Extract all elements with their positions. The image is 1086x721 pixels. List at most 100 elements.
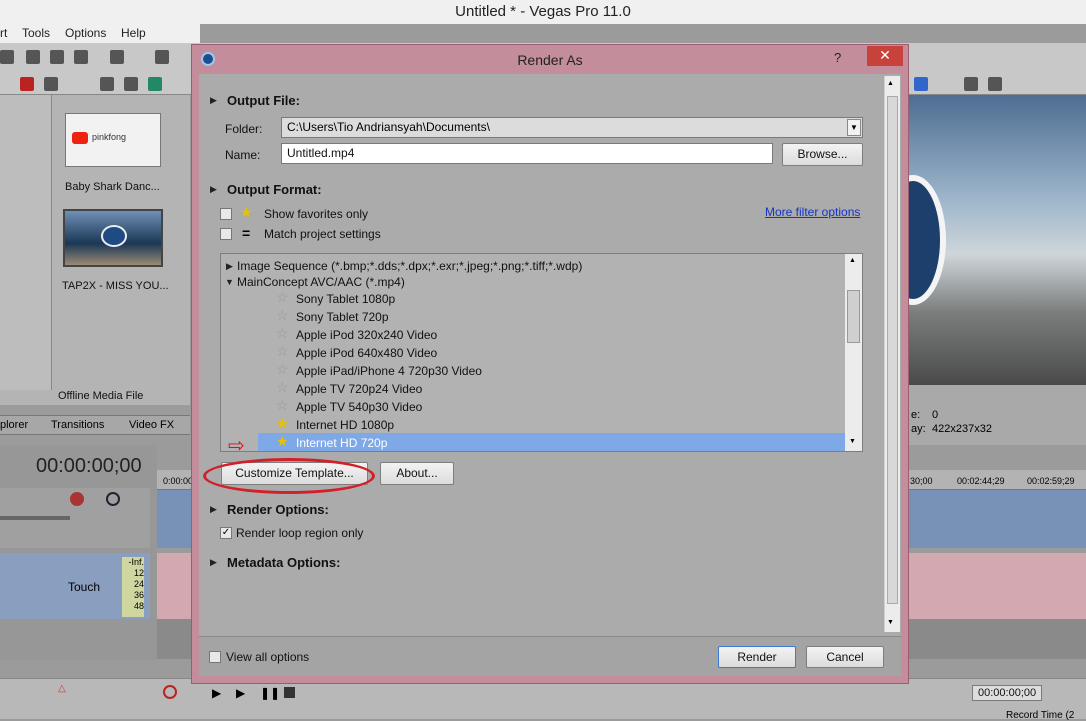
help-button[interactable]: ? — [834, 50, 841, 65]
star-outline-icon[interactable]: ☆ — [276, 343, 289, 360]
media-status-label: Offline Media File — [58, 390, 144, 402]
view-all-options-label: View all options — [226, 650, 310, 664]
play-icon[interactable]: ▶ — [236, 686, 245, 700]
level-mark: 48 — [133, 601, 144, 611]
metadata-options-header[interactable]: Metadata Options: — [227, 555, 340, 570]
level-slider[interactable] — [0, 516, 70, 520]
star-outline-icon[interactable]: ☆ — [276, 379, 289, 396]
cut-icon[interactable] — [26, 50, 40, 64]
menu-item-help[interactable]: Help — [121, 26, 146, 40]
list-scrollbar[interactable]: ▲ ▼ — [845, 254, 862, 451]
menu-item-tools[interactable]: Tools — [22, 26, 50, 40]
output-format-header[interactable]: Output Format: — [227, 182, 322, 197]
import-icon[interactable] — [44, 77, 58, 91]
star-outline-icon[interactable]: ☆ — [276, 397, 289, 414]
close-button[interactable]: ✕ — [867, 46, 903, 66]
output-file-expand-icon[interactable]: ▶ — [210, 95, 217, 106]
stop-icon[interactable] — [124, 77, 138, 91]
auto-preview-icon[interactable] — [148, 77, 162, 91]
media-thumbnail-1[interactable]: pinkfong — [65, 113, 161, 167]
list-item[interactable]: Apple TV 540p30 Video — [296, 398, 422, 416]
app-title: Untitled * - Vegas Pro 11.0 — [0, 0, 1086, 24]
overlays-icon[interactable] — [914, 77, 928, 91]
level-mark: -Inf. — [128, 557, 144, 567]
play-from-start-icon[interactable]: ▶ — [212, 686, 221, 700]
name-input[interactable]: Untitled.mp4 — [281, 143, 773, 164]
record-icon[interactable] — [163, 685, 177, 699]
expand-icon[interactable]: ▶ — [226, 261, 233, 272]
list-item[interactable]: Apple TV 720p24 Video — [296, 380, 422, 398]
select-tool-icon[interactable] — [0, 50, 14, 64]
menu-item-view[interactable]: rt — [0, 26, 7, 40]
more-filter-options-link[interactable]: More filter options — [765, 205, 860, 219]
list-item[interactable]: Apple iPad/iPhone 4 720p30 Video — [296, 362, 482, 380]
star-outline-icon[interactable]: ☆ — [276, 307, 289, 324]
star-outline-icon[interactable]: ☆ — [276, 361, 289, 378]
copy-snapshot-icon[interactable] — [964, 77, 978, 91]
render-options-expand-icon[interactable]: ▶ — [210, 504, 217, 515]
cursor-time-field[interactable]: 00:00:00;00 — [972, 685, 1042, 701]
browse-button[interactable]: Browse... — [782, 143, 863, 166]
folder-combobox[interactable]: C:\Users\Tio Andriansyah\Documents\ ▼ — [281, 117, 863, 138]
list-item[interactable]: Sony Tablet 720p — [296, 308, 389, 326]
copy-icon[interactable] — [50, 50, 64, 64]
menu-item-options[interactable]: Options — [65, 26, 106, 40]
media-thumbnail-2[interactable] — [63, 209, 163, 267]
dialog-scrollbar[interactable]: ▲ ▼ — [884, 76, 900, 632]
output-format-expand-icon[interactable]: ▶ — [210, 184, 217, 195]
star-outline-icon[interactable]: ☆ — [276, 325, 289, 342]
play-icon[interactable] — [100, 77, 114, 91]
match-project-checkbox[interactable] — [220, 228, 232, 240]
render-button[interactable]: Render — [718, 646, 796, 668]
about-button[interactable]: About... — [380, 462, 454, 485]
tab-transitions[interactable]: Transitions — [51, 419, 104, 431]
collapse-icon[interactable]: ▼ — [225, 277, 234, 287]
ruler-mark: 00:02:59;29 — [1027, 476, 1075, 486]
metadata-options-expand-icon[interactable]: ▶ — [210, 557, 217, 568]
cancel-button[interactable]: Cancel — [806, 646, 884, 668]
ruler-mark: 00:02:44;29 — [957, 476, 1005, 486]
star-filled-icon[interactable]: ★ — [276, 415, 289, 432]
list-item[interactable]: Apple iPod 640x480 Video — [296, 344, 437, 362]
scroll-up-icon[interactable]: ▲ — [849, 257, 856, 264]
tab-explorer[interactable]: plorer — [0, 419, 28, 431]
star-icon: ★ — [240, 204, 253, 220]
star-outline-icon[interactable]: ☆ — [276, 289, 289, 306]
render-loop-checkbox[interactable]: ✓ — [220, 527, 232, 539]
remove-icon[interactable] — [20, 77, 34, 91]
ruler-mark: 0:00:00 — [163, 476, 194, 486]
list-item-selected[interactable]: Internet HD 720p — [296, 434, 387, 452]
list-group[interactable]: MainConcept AVC/AAC (*.mp4) — [237, 273, 405, 291]
undo-icon[interactable] — [110, 50, 124, 64]
pause-icon[interactable]: ❚❚ — [260, 686, 280, 700]
mute-icon[interactable] — [106, 492, 120, 506]
dialog-titlebar[interactable]: Render As ? ✕ — [191, 44, 909, 74]
scroll-thumb[interactable] — [887, 96, 898, 604]
scroll-down-icon[interactable]: ▼ — [849, 438, 856, 445]
list-item[interactable]: Internet HD 1080p — [296, 416, 394, 434]
paste-icon[interactable] — [74, 50, 88, 64]
menu-bar: rt Tools Options Help — [0, 24, 200, 43]
tab-video-fx[interactable]: Video FX — [129, 419, 174, 431]
scroll-down-icon[interactable]: ▼ — [887, 619, 894, 626]
transport-bar: ▶ ▶ ❚❚ △ 00:00:00;00 Record Time (2 — [0, 678, 1086, 721]
touch-label[interactable]: Touch — [68, 580, 100, 594]
star-filled-icon[interactable]: ★ — [276, 433, 289, 450]
save-snapshot-icon[interactable] — [988, 77, 1002, 91]
track-fx-icon[interactable] — [70, 492, 84, 506]
name-label: Name: — [225, 148, 261, 162]
list-item[interactable]: Apple iPod 320x240 Video — [296, 326, 437, 344]
media-item-label-2: TAP2X - MISS YOU... — [62, 280, 169, 292]
red-arrow-annotation-icon: ⇨ — [228, 435, 245, 457]
logo-icon — [101, 225, 127, 247]
list-scroll-thumb[interactable] — [847, 290, 860, 343]
view-all-options-checkbox[interactable] — [209, 651, 221, 663]
render-options-header[interactable]: Render Options: — [227, 502, 329, 517]
output-file-header[interactable]: Output File: — [227, 93, 300, 108]
scroll-up-icon[interactable]: ▲ — [887, 80, 894, 87]
list-item[interactable]: Sony Tablet 1080p — [296, 290, 395, 308]
chevron-down-icon[interactable]: ▼ — [847, 119, 861, 136]
redo-icon[interactable] — [155, 50, 169, 64]
stop-icon[interactable] — [284, 687, 295, 698]
show-favorites-checkbox[interactable] — [220, 208, 232, 220]
